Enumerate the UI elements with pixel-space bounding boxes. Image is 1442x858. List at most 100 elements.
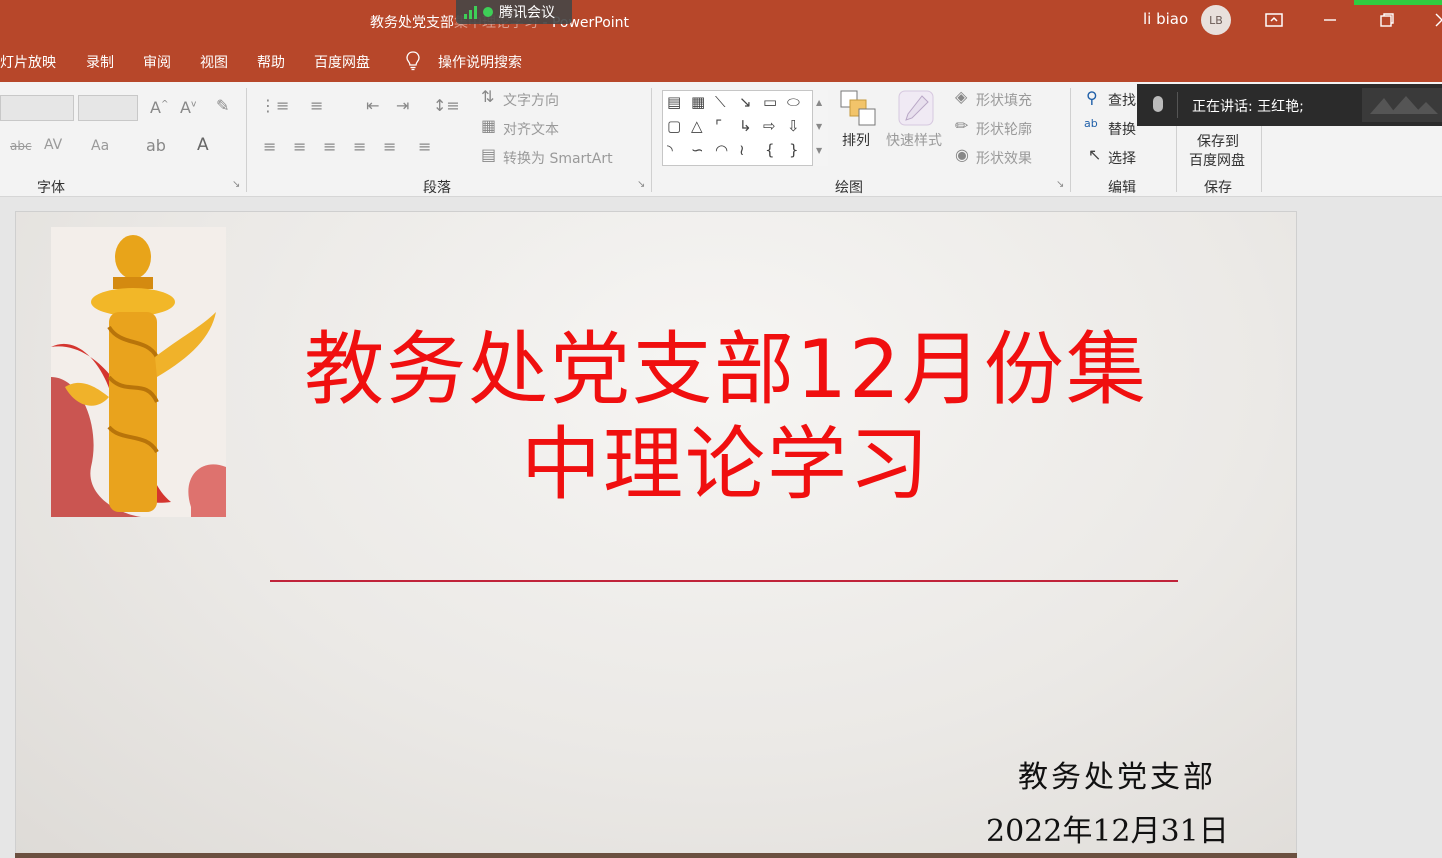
pen-icon[interactable]: ✏	[955, 116, 968, 135]
arrange-button[interactable]: 排列	[842, 130, 870, 150]
columns-icon[interactable]: ≡	[418, 137, 431, 156]
right-brace-shape-icon[interactable]: }	[789, 141, 799, 159]
align-left-icon[interactable]: ≡	[263, 137, 276, 156]
slide-organization[interactable]: 教务处党支部	[1018, 752, 1216, 796]
scribble-shape-icon[interactable]: ∽	[691, 141, 704, 159]
oval-shape-icon[interactable]: ⬭	[787, 93, 800, 111]
paragraph-dialog-launcher-icon[interactable]: ↘	[637, 179, 645, 190]
slide-editor: 教务处党支部12月份集 中理论学习 教务处党支部 2022年12月31日	[0, 198, 1442, 858]
separator	[1177, 92, 1178, 118]
meeting-tag[interactable]: 腾讯会议	[456, 0, 572, 24]
align-right-icon[interactable]: ≡	[323, 137, 336, 156]
minimize-icon[interactable]	[1318, 8, 1342, 32]
vertical-textbox-shape-icon[interactable]: ▦	[691, 93, 705, 111]
font-dialog-launcher-icon[interactable]: ↘	[232, 179, 240, 190]
shape-outline-button[interactable]: 形状轮廓	[976, 119, 1032, 139]
curve-shape-icon[interactable]: ≀	[739, 141, 745, 159]
quick-styles-icon[interactable]	[898, 90, 934, 126]
slide-bottom-strip	[15, 853, 1297, 858]
font-size-combo[interactable]	[78, 95, 138, 121]
cursor-icon[interactable]: ↖	[1088, 145, 1101, 164]
replace-icon[interactable]: ab	[1084, 117, 1098, 130]
shape-fill-button[interactable]: 形状填充	[976, 90, 1032, 110]
smartart-icon[interactable]: ▤	[481, 145, 496, 164]
search-icon[interactable]: ⚲	[1086, 88, 1098, 107]
drawing-dialog-launcher-icon[interactable]: ↘	[1056, 179, 1064, 190]
shapes-gallery[interactable]: ▤ ▦ ⟍ ↘ ▭ ⬭ ▢ △ ⌜ ↳ ⇨ ⇩ ◝ ∽ ◠ ≀ { }	[662, 90, 828, 166]
right-arrow-shape-icon[interactable]: ⇨	[763, 117, 776, 135]
replace-button[interactable]: 替换	[1108, 119, 1136, 139]
slide-date[interactable]: 2022年12月31日	[986, 806, 1229, 850]
tab-review[interactable]: 审阅	[143, 52, 171, 72]
rounded-rect-shape-icon[interactable]: ▢	[667, 117, 681, 135]
slide-title-line2: 中理论学习	[521, 418, 931, 511]
slide-title[interactable]: 教务处党支部12月份集 中理论学习	[266, 322, 1186, 512]
down-arrow-shape-icon[interactable]: ⇩	[787, 117, 800, 135]
save-to-netdisk-line1[interactable]: 保存到	[1197, 131, 1239, 151]
change-case-icon[interactable]: Aa	[91, 138, 109, 154]
font-name-combo[interactable]	[0, 95, 74, 121]
tell-me-search[interactable]: 操作说明搜索	[438, 52, 522, 72]
avatar[interactable]: LB	[1201, 5, 1231, 35]
microphone-icon	[1153, 96, 1163, 112]
gallery-up-icon[interactable]: ▲	[816, 98, 822, 107]
title-bar: 教务处党支部集中理论学习 - PowerPoint li biao LB	[0, 0, 1442, 42]
strikethrough-icon[interactable]: abc	[10, 139, 32, 153]
left-brace-shape-icon[interactable]: {	[765, 141, 775, 159]
decrease-indent-icon[interactable]: ⇤	[366, 96, 379, 115]
shape-effects-button[interactable]: 形状效果	[976, 148, 1032, 168]
textbox-shape-icon[interactable]: ▤	[667, 93, 681, 111]
triangle-shape-icon[interactable]: △	[691, 117, 703, 135]
find-button[interactable]: 查找	[1108, 90, 1136, 110]
align-center-icon[interactable]: ≡	[293, 137, 306, 156]
increase-font-icon[interactable]: A^	[150, 98, 169, 117]
line-spacing-icon[interactable]: ↕≡	[433, 96, 460, 115]
huabiao-pillar-image	[51, 227, 226, 517]
align-text-icon[interactable]: ▦	[481, 116, 496, 135]
tab-help[interactable]: 帮助	[257, 52, 285, 72]
gallery-more-icon[interactable]: ▼	[816, 146, 822, 155]
gallery-scrollbar[interactable]: ▲ ▼ ▼	[812, 90, 828, 166]
convert-smartart-button[interactable]: 转换为 SmartArt	[503, 148, 613, 168]
restore-icon[interactable]	[1375, 8, 1399, 32]
gallery-down-icon[interactable]: ▼	[816, 122, 822, 131]
group-editing-label: 编辑	[1108, 180, 1136, 196]
font-color-icon[interactable]: A	[197, 135, 209, 155]
tab-view[interactable]: 视图	[200, 52, 228, 72]
tab-slideshow[interactable]: 灯片放映	[0, 52, 56, 72]
freeform-shape-icon[interactable]: ◝	[667, 141, 673, 159]
rectangle-shape-icon[interactable]: ▭	[763, 93, 777, 111]
bullets-icon[interactable]: ⋮≡	[260, 96, 289, 115]
quick-styles-button[interactable]: 快速样式	[886, 130, 942, 150]
ribbon-display-icon[interactable]	[1262, 8, 1286, 32]
distributed-icon[interactable]: ≡	[383, 137, 396, 156]
elbow-connector-shape-icon[interactable]: ⌜	[715, 117, 722, 135]
numbering-icon[interactable]: ≡	[310, 96, 323, 115]
increase-indent-icon[interactable]: ⇥	[396, 96, 409, 115]
text-direction-icon[interactable]: ⇅	[481, 87, 494, 106]
arrow-line-shape-icon[interactable]: ↘	[739, 93, 752, 111]
group-paragraph-label: 段落	[423, 180, 451, 196]
group-font-label: 字体	[37, 180, 65, 196]
signal-icon	[464, 5, 477, 19]
highlight-icon[interactable]: ab	[146, 136, 166, 155]
decrease-font-icon[interactable]: Av	[180, 98, 196, 117]
justify-icon[interactable]: ≡	[353, 137, 366, 156]
slide-canvas[interactable]: 教务处党支部12月份集 中理论学习 教务处党支部 2022年12月31日	[15, 211, 1297, 858]
align-text-button[interactable]: 对齐文本	[503, 119, 559, 139]
line-shape-icon[interactable]: ⟍	[715, 93, 726, 111]
user-name[interactable]: li biao	[1143, 10, 1188, 28]
paint-bucket-icon[interactable]: ◈	[955, 87, 967, 106]
close-icon[interactable]	[1430, 8, 1442, 32]
arrange-icon[interactable]	[840, 90, 876, 126]
tab-baidu-netdisk[interactable]: 百度网盘	[314, 52, 370, 72]
effects-icon[interactable]: ◉	[955, 145, 969, 164]
elbow-arrow-shape-icon[interactable]: ↳	[739, 117, 752, 135]
save-to-netdisk-line2[interactable]: 百度网盘	[1189, 150, 1245, 170]
char-spacing-icon[interactable]: AV	[44, 137, 62, 153]
text-direction-button[interactable]: 文字方向	[503, 90, 559, 110]
clear-format-icon[interactable]: ✎	[216, 96, 229, 115]
arc-shape-icon[interactable]: ◠	[715, 141, 728, 159]
select-button[interactable]: 选择	[1108, 148, 1136, 168]
tab-record[interactable]: 录制	[86, 52, 114, 72]
